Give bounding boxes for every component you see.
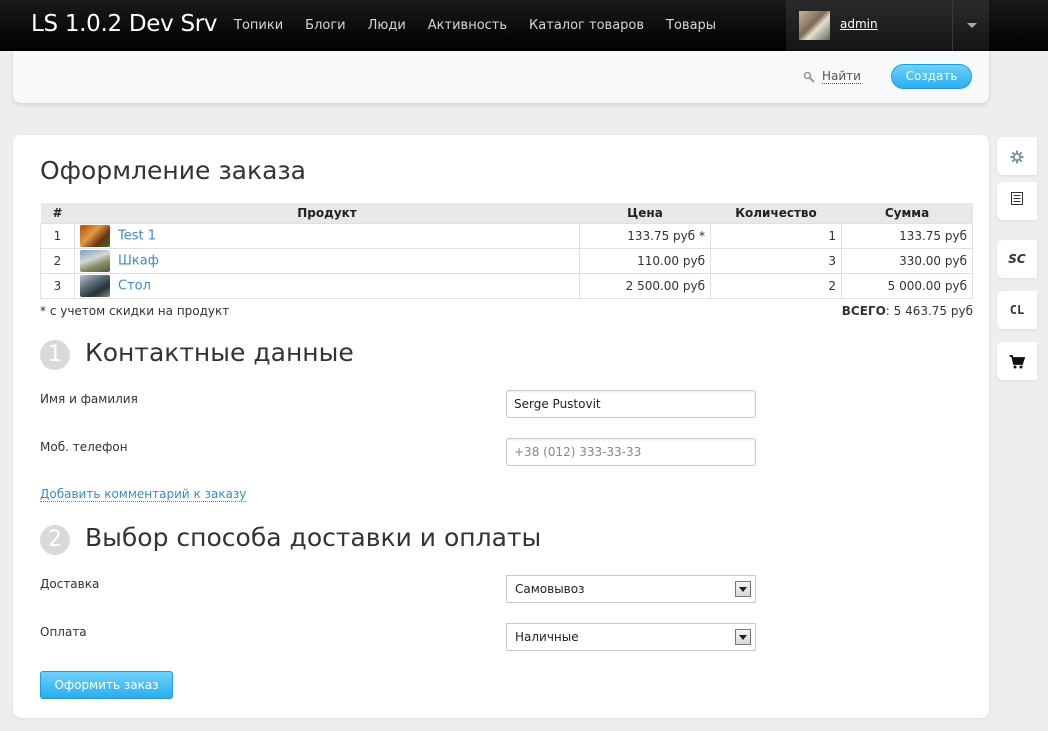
product-thumbnail[interactable] xyxy=(80,249,110,272)
chevron-down-icon[interactable] xyxy=(735,581,751,597)
row-num: 1 xyxy=(40,222,75,249)
product-link[interactable]: Шкаф xyxy=(118,253,159,268)
nav-item-products[interactable]: Товары xyxy=(655,0,727,51)
payment-select[interactable]: Наличные xyxy=(506,623,756,651)
product-thumbnail[interactable] xyxy=(80,224,110,247)
col-qty: Количество xyxy=(710,203,842,223)
row-num: 3 xyxy=(40,272,75,299)
nav-item-activity[interactable]: Активность xyxy=(417,0,518,51)
step-number-2: 2 xyxy=(40,525,70,555)
toolbar-cart-button[interactable] xyxy=(997,342,1037,380)
row-price: 133.75 руб * xyxy=(579,222,711,249)
product-link[interactable]: Test 1 xyxy=(118,228,156,243)
row-num: 2 xyxy=(40,247,75,274)
section-title-delivery: Выбор способа доставки и оплаты xyxy=(85,523,542,552)
total-label: ВСЕГО xyxy=(841,304,886,318)
main-content: Оформление заказа # Продукт Цена Количес… xyxy=(13,135,989,718)
phone-field[interactable] xyxy=(506,438,756,466)
product-thumbnail[interactable] xyxy=(80,274,110,297)
main-nav: Топики Блоги Люди Активность Каталог тов… xyxy=(223,0,727,51)
chevron-down-icon xyxy=(967,23,977,28)
nav-item-blogs[interactable]: Блоги xyxy=(294,0,356,51)
name-field[interactable] xyxy=(506,390,756,418)
table-row: 2 Шкаф 110.00 руб 3 330.00 руб xyxy=(40,247,973,274)
create-button[interactable]: Создать xyxy=(891,64,972,89)
nav-item-people[interactable]: Люди xyxy=(357,0,417,51)
row-sum: 330.00 руб xyxy=(841,247,973,274)
total-value: : 5 463.75 руб xyxy=(885,304,973,318)
delivery-select[interactable]: Самовывоз xyxy=(506,575,756,603)
table-row: 3 Стол 2 500.00 руб 2 5 000.00 руб xyxy=(40,272,973,299)
row-sum: 133.75 руб xyxy=(841,222,973,249)
row-product: Шкаф xyxy=(74,247,580,274)
order-total: ВСЕГО: 5 463.75 руб xyxy=(842,304,973,318)
table-row: 1 Test 1 133.75 руб * 1 133.75 руб xyxy=(40,222,973,249)
row-product: Стол xyxy=(74,272,580,299)
search-icon xyxy=(803,71,815,83)
delivery-selected-value: Самовывоз xyxy=(515,582,585,596)
site-brand[interactable]: LS 1.0.2 Dev Srv xyxy=(31,11,218,37)
table-header-row: # Продукт Цена Количество Сумма xyxy=(40,203,973,223)
submit-order-button[interactable]: Оформить заказ xyxy=(40,671,173,699)
order-table: # Продукт Цена Количество Сумма 1 Test 1… xyxy=(40,203,973,299)
row-price: 2 500.00 руб xyxy=(579,272,711,299)
name-label: Имя и фамилия xyxy=(40,392,138,406)
toolbar-sc-button[interactable]: SC xyxy=(997,240,1037,278)
phone-label: Моб. телефон xyxy=(40,440,128,454)
row-product: Test 1 xyxy=(74,222,580,249)
add-comment-link[interactable]: Добавить комментарий к заказу xyxy=(40,487,247,502)
section-title-contact: Контактные данные xyxy=(85,338,354,367)
discount-note: * с учетом скидки на продукт xyxy=(40,304,230,318)
row-sum: 5 000.00 руб xyxy=(841,272,973,299)
page-title: Оформление заказа xyxy=(40,156,307,185)
cart-icon xyxy=(1009,354,1026,368)
product-link[interactable]: Стол xyxy=(118,278,151,293)
delivery-label: Доставка xyxy=(40,577,100,591)
search-link[interactable]: Найти xyxy=(822,70,861,84)
nav-item-catalog[interactable]: Каталог товаров xyxy=(518,0,655,51)
top-navbar: LS 1.0.2 Dev Srv Топики Блоги Люди Актив… xyxy=(0,0,1048,51)
col-sum: Сумма xyxy=(841,203,973,223)
step-number-1: 1 xyxy=(40,340,70,370)
row-qty: 3 xyxy=(710,247,842,274)
username-link[interactable]: admin xyxy=(840,17,878,31)
list-icon xyxy=(1011,192,1023,205)
toolbar-settings-button[interactable] xyxy=(997,137,1037,175)
toolbar-list-button[interactable] xyxy=(997,182,1037,220)
payment-selected-value: Наличные xyxy=(515,630,579,644)
nav-item-topics[interactable]: Топики xyxy=(223,0,294,51)
gear-icon xyxy=(1010,150,1024,163)
user-menu: admin xyxy=(786,0,989,51)
user-dropdown-toggle[interactable] xyxy=(952,0,989,51)
toolbar-panel: Найти Создать xyxy=(13,51,989,103)
row-price: 110.00 руб xyxy=(579,247,711,274)
col-price: Цена xyxy=(579,203,711,223)
payment-label: Оплата xyxy=(40,625,87,639)
col-product: Продукт xyxy=(74,203,580,223)
avatar[interactable] xyxy=(799,11,830,40)
toolbar-cl-button[interactable]: CL xyxy=(997,291,1037,329)
row-qty: 2 xyxy=(710,272,842,299)
col-num: # xyxy=(40,203,75,223)
chevron-down-icon[interactable] xyxy=(735,629,751,645)
row-qty: 1 xyxy=(710,222,842,249)
